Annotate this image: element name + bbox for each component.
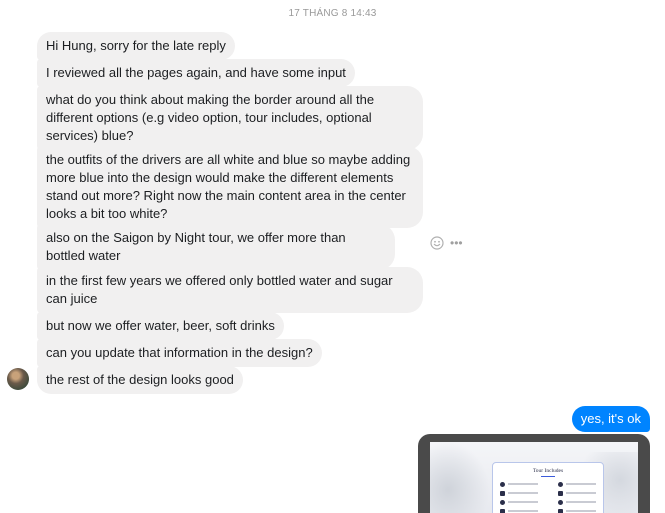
message-bubble[interactable]: in the first few years we offered only b… bbox=[37, 267, 423, 313]
message-bubble[interactable]: I reviewed all the pages again, and have… bbox=[37, 59, 355, 87]
item-line bbox=[566, 492, 596, 494]
message-actions: ••• bbox=[430, 236, 463, 250]
message-bubble[interactable]: what do you think about making the borde… bbox=[37, 86, 423, 150]
drink-icon bbox=[558, 490, 563, 496]
message-bubble[interactable]: also on the Saigon by Night tour, we off… bbox=[37, 224, 395, 270]
message-bubble[interactable]: but now we offer water, beer, soft drink… bbox=[37, 312, 284, 340]
item-line bbox=[566, 510, 596, 512]
message-bubble[interactable]: the rest of the design looks good bbox=[37, 366, 243, 394]
vehicle-icon bbox=[500, 490, 505, 496]
message-bubble[interactable]: can you update that information in the d… bbox=[37, 339, 322, 367]
conversation-timestamp: 17 THÁNG 8 14:43 bbox=[288, 8, 377, 19]
ticket-icon bbox=[558, 508, 563, 513]
includes-grid bbox=[493, 477, 603, 513]
outgoing-message-bubble[interactable]: yes, it's ok bbox=[571, 406, 650, 432]
more-options-icon[interactable]: ••• bbox=[450, 236, 463, 250]
image-attachment[interactable]: Tour Includes bbox=[418, 434, 650, 513]
design-preview-image: Tour Includes bbox=[430, 442, 638, 513]
item-line bbox=[508, 483, 538, 485]
item-line bbox=[566, 483, 596, 485]
food-icon bbox=[558, 481, 563, 487]
smiley-face-icon[interactable] bbox=[430, 236, 444, 250]
guide-icon bbox=[500, 499, 505, 505]
helmet-icon bbox=[500, 481, 505, 487]
tour-includes-card: Tour Includes bbox=[492, 462, 604, 513]
item-line bbox=[508, 492, 538, 494]
water-icon bbox=[558, 499, 563, 505]
card-title: Tour Includes bbox=[532, 468, 564, 474]
item-line bbox=[508, 501, 538, 503]
item-line bbox=[508, 510, 538, 512]
photo-icon bbox=[500, 508, 505, 513]
message-bubble[interactable]: Hi Hung, sorry for the late reply bbox=[37, 32, 235, 60]
item-line bbox=[566, 501, 596, 503]
message-bubble[interactable]: the outfits of the drivers are all white… bbox=[37, 146, 423, 228]
avatar[interactable] bbox=[7, 368, 29, 390]
